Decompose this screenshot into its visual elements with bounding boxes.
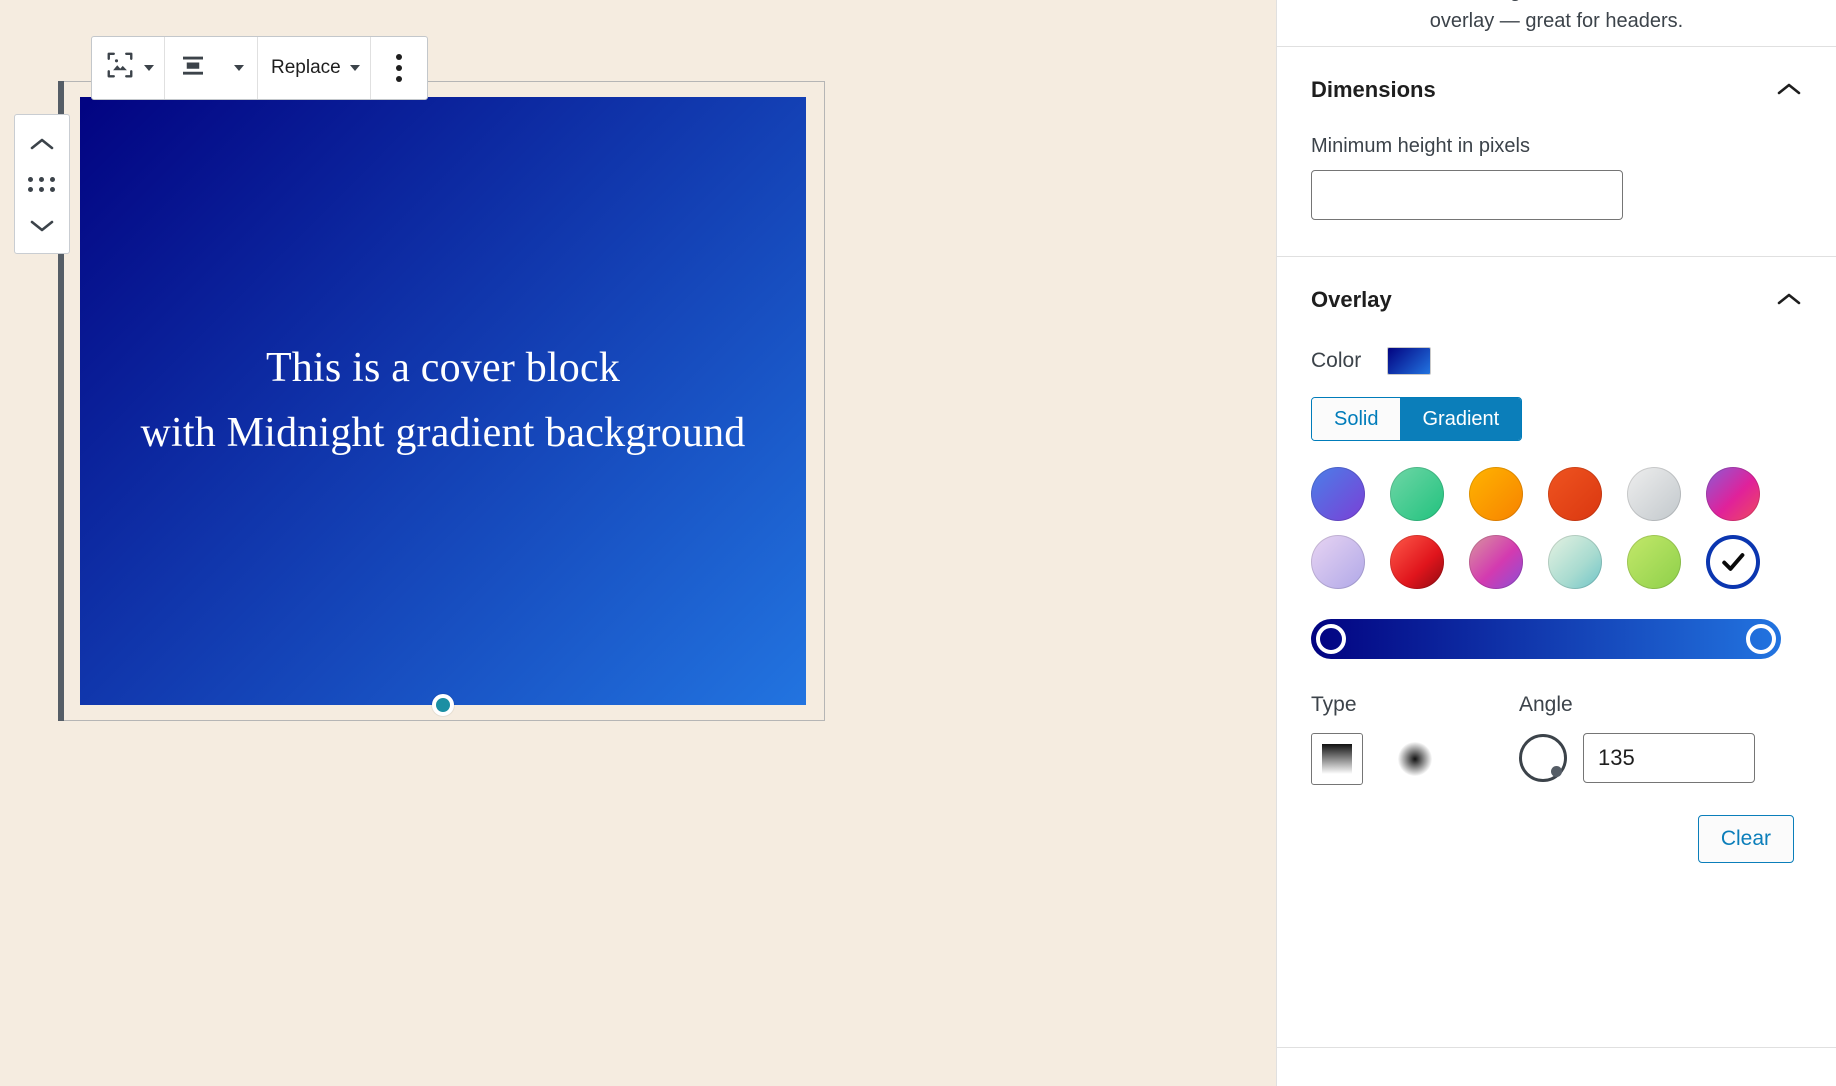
gradient-stop-slider[interactable]: [1311, 619, 1781, 659]
clear-row: Clear: [1311, 815, 1802, 863]
angle-row: [1519, 733, 1802, 783]
replace-label: Replace: [271, 57, 341, 79]
sidebar-bottom-divider: [1277, 1047, 1836, 1048]
clear-gradient-button[interactable]: Clear: [1698, 815, 1794, 863]
dimensions-panel-title: Dimensions: [1311, 77, 1436, 103]
align-dropdown-button[interactable]: [221, 37, 257, 99]
cover-resize-handle[interactable]: [432, 694, 454, 716]
overlay-panel-toggle[interactable]: Overlay: [1311, 287, 1802, 313]
gradient-swatch-6[interactable]: [1311, 535, 1365, 589]
angle-input[interactable]: [1583, 733, 1755, 783]
angle-dial[interactable]: [1519, 734, 1567, 782]
gradient-swatch-10[interactable]: [1627, 535, 1681, 589]
gradient-swatch-5[interactable]: [1706, 467, 1760, 521]
cover-block[interactable]: This is a cover block with Midnight grad…: [80, 97, 806, 705]
gradient-angle-control: Angle: [1519, 693, 1802, 785]
gradient-angle-label: Angle: [1519, 693, 1802, 717]
gradient-type-control: Type: [1311, 693, 1519, 785]
block-toolbar: Replace: [91, 36, 428, 100]
tab-gradient[interactable]: Gradient: [1400, 398, 1521, 440]
angle-dial-knob: [1551, 766, 1562, 777]
move-block-up-button[interactable]: [20, 125, 64, 163]
block-description-line-2: overlay — great for headers.: [1430, 10, 1683, 32]
gradient-swatch-2[interactable]: [1469, 467, 1523, 521]
linear-gradient-icon: [1322, 744, 1352, 774]
block-mover-toolbar: [14, 114, 70, 254]
align-button[interactable]: [165, 37, 221, 99]
block-type-group: [92, 37, 165, 99]
replace-group: Replace: [258, 37, 371, 99]
overlay-panel: Overlay Color Solid Gradient: [1277, 256, 1836, 899]
radial-gradient-button[interactable]: [1389, 733, 1441, 785]
gradient-swatch-8[interactable]: [1469, 535, 1523, 589]
overlay-color-label: Color: [1311, 349, 1361, 373]
dimensions-panel: Dimensions Minimum height in pixels: [1277, 46, 1836, 256]
cover-image-icon: [105, 50, 135, 86]
gradient-swatch-4[interactable]: [1627, 467, 1681, 521]
gradient-type-buttons: [1311, 733, 1519, 785]
chevron-down-icon: [234, 65, 244, 71]
gradient-swatch-7[interactable]: [1390, 535, 1444, 589]
min-height-label: Minimum height in pixels: [1311, 135, 1802, 158]
gradient-swatch-grid: [1311, 467, 1781, 589]
align-center-icon: [178, 50, 208, 86]
chevron-up-icon: [1776, 81, 1802, 100]
block-description-line-1: Add an image or video with a text: [1311, 0, 1802, 6]
block-type-button[interactable]: [92, 37, 164, 99]
replace-button[interactable]: Replace: [258, 37, 370, 99]
block-options-button[interactable]: [371, 37, 427, 99]
cover-text-line-2: with Midnight gradient background: [141, 401, 746, 466]
block-settings-sidebar: Add an image or video with a text overla…: [1276, 0, 1836, 1086]
min-height-input[interactable]: [1311, 170, 1623, 220]
gradient-stop-end[interactable]: [1746, 624, 1776, 654]
block-editor-screen: Replace This is a cover block with Midni…: [0, 0, 1836, 1086]
block-description: Add an image or video with a text overla…: [1277, 0, 1836, 46]
chevron-down-icon: [144, 65, 154, 71]
gradient-swatch-3[interactable]: [1548, 467, 1602, 521]
cover-text-line-1: This is a cover block: [141, 336, 746, 401]
overlay-panel-title: Overlay: [1311, 287, 1392, 313]
color-type-tabs: Solid Gradient: [1311, 397, 1522, 441]
more-vertical-icon: [396, 54, 402, 82]
dimensions-panel-toggle[interactable]: Dimensions: [1311, 77, 1802, 103]
tab-solid[interactable]: Solid: [1312, 398, 1400, 440]
gradient-swatch-1[interactable]: [1390, 467, 1444, 521]
gradient-swatch-11[interactable]: [1706, 535, 1760, 589]
overlay-color-swatch-button[interactable]: [1387, 347, 1431, 375]
gradient-swatch-9[interactable]: [1548, 535, 1602, 589]
chevron-up-icon: [1776, 291, 1802, 310]
cover-block-text[interactable]: This is a cover block with Midnight grad…: [125, 336, 762, 466]
overlay-color-row: Color: [1311, 347, 1802, 375]
gradient-stop-start[interactable]: [1316, 624, 1346, 654]
options-group: [371, 37, 427, 99]
drag-handle-icon[interactable]: [28, 177, 56, 193]
gradient-type-label: Type: [1311, 693, 1519, 717]
radial-gradient-icon: [1398, 742, 1432, 776]
gradient-swatch-0[interactable]: [1311, 467, 1365, 521]
chevron-down-icon: [350, 65, 360, 71]
check-icon: [1718, 547, 1748, 577]
gradient-controls-row: Type Angle: [1311, 693, 1802, 785]
editor-canvas: Replace This is a cover block with Midni…: [0, 0, 1276, 1086]
alignment-group: [165, 37, 258, 99]
linear-gradient-button[interactable]: [1311, 733, 1363, 785]
move-block-down-button[interactable]: [20, 207, 64, 245]
